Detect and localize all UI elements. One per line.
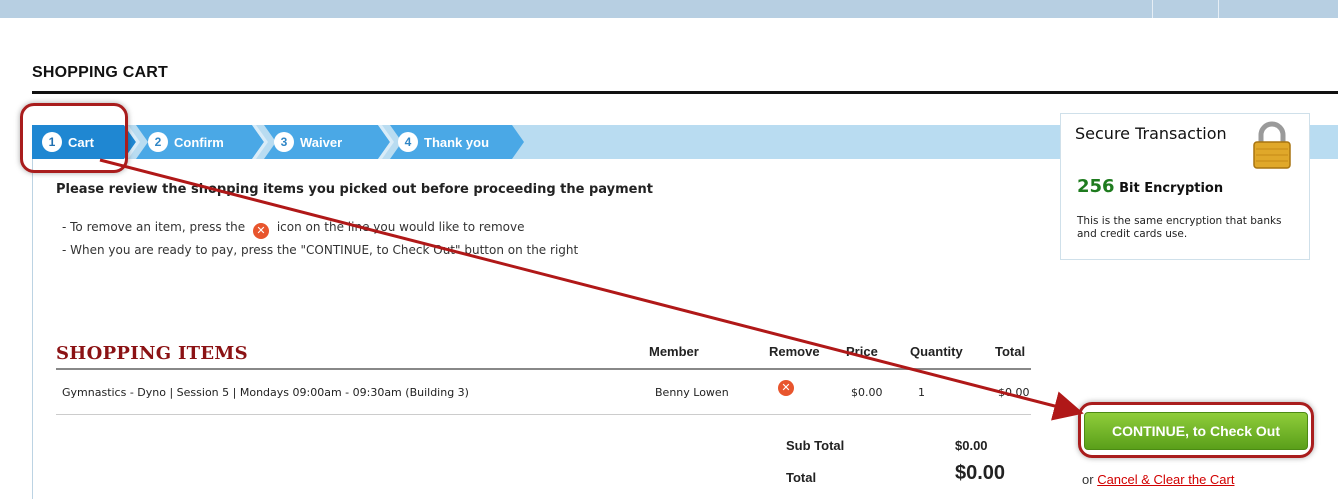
step-confirm[interactable]: 2 Confirm	[148, 125, 224, 159]
secure-description: This is the same encryption that banks a…	[1077, 215, 1282, 240]
column-total: Total	[995, 344, 1026, 359]
remove-item-button[interactable]: ✕	[778, 380, 794, 396]
column-remove: Remove	[769, 344, 820, 359]
step-number: 2	[148, 132, 168, 152]
step-label: Thank you	[424, 134, 490, 150]
column-member: Member	[649, 344, 699, 359]
item-member: Benny Lowen	[655, 386, 729, 399]
step-thank-you[interactable]: 4 Thank you	[398, 125, 489, 159]
remove-hint: - To remove an item, press the ✕ icon on…	[62, 220, 524, 239]
encryption-label: 256 Bit Encryption	[1077, 176, 1223, 197]
item-total: $0.00	[998, 386, 1030, 399]
page-title: SHOPPING CART	[32, 64, 168, 81]
step-waiver[interactable]: 3 Waiver	[274, 125, 342, 159]
item-quantity: 1	[918, 386, 925, 399]
table-header-divider	[56, 368, 1031, 370]
encryption-bits: 256	[1077, 176, 1115, 197]
top-bar-tab[interactable]	[1152, 0, 1216, 18]
or-text: or	[1082, 472, 1094, 487]
step-label: Confirm	[174, 134, 224, 150]
subtotal-label: Sub Total	[786, 438, 845, 453]
hint-text: icon on the line you would like to remov…	[276, 220, 525, 234]
cancel-line: or Cancel & Clear the Cart	[1082, 472, 1234, 487]
continue-button-highlight	[1078, 402, 1314, 458]
column-price: Price	[846, 344, 878, 359]
subtotal-value: $0.00	[955, 438, 988, 453]
remove-x-icon: ✕	[253, 223, 269, 239]
top-bar	[0, 0, 1338, 18]
cart-step-highlight	[20, 103, 128, 173]
row-divider	[56, 414, 1031, 415]
cancel-clear-cart-link[interactable]: Cancel & Clear the Cart	[1097, 472, 1234, 487]
encryption-bits-label: Bit Encryption	[1119, 181, 1224, 196]
item-description: Gymnastics - Dyno | Session 5 | Mondays …	[62, 386, 469, 399]
intro-headline: Please review the shopping items you pic…	[56, 182, 653, 197]
content-left-border	[32, 159, 33, 499]
total-value: $0.00	[955, 462, 1006, 484]
title-divider	[32, 91, 1338, 94]
total-label: Total	[786, 470, 817, 485]
continue-hint: - When you are ready to pay, press the "…	[62, 243, 579, 257]
top-bar-tab[interactable]	[1218, 0, 1317, 18]
step-number: 3	[274, 132, 294, 152]
step-label: Waiver	[300, 134, 343, 150]
step-number: 4	[398, 132, 418, 152]
secure-title: Secure Transaction	[1075, 124, 1227, 143]
padlock-icon	[1253, 121, 1291, 169]
shopping-items-heading: SHOPPING ITEMS	[56, 343, 248, 364]
item-price: $0.00	[851, 386, 883, 399]
hint-text: - To remove an item, press the	[62, 220, 246, 234]
column-quantity: Quantity	[910, 344, 963, 359]
